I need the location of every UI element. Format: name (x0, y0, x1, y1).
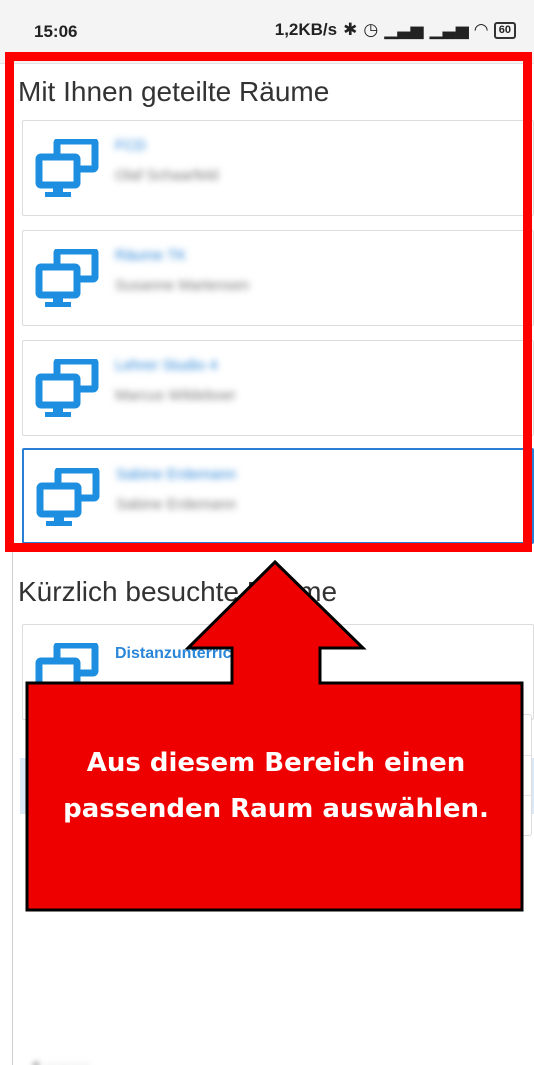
alarm-icon: ◷ (363, 20, 379, 39)
battery-icon: 60 (493, 21, 516, 39)
footer-info: ● ·········· (32, 1056, 91, 1065)
highlight-frame (5, 52, 532, 552)
room-name: Distanzunterricht (115, 645, 247, 662)
signal-icon: ▁▃▅ (429, 20, 469, 39)
bluetooth-icon: ✱ (343, 20, 358, 39)
network-speed: 1,2KB/s (274, 20, 338, 39)
status-indicators: 1,2KB/s ✱ ◷ ▁▃▅ ▁▃▅ ◠ 60 (275, 20, 516, 40)
callout-text: Aus diesem Bereich einen passenden Raum … (63, 748, 489, 824)
computer-network-icon (35, 643, 99, 701)
recent-room-card[interactable]: Distanzunterricht (22, 624, 534, 720)
wifi-icon: ◠ (474, 20, 488, 39)
recent-rooms-title: Kürzlich besuchte Räume (18, 576, 338, 607)
status-time: 15:06 (34, 22, 78, 41)
signal-icon: ▁▃▅ (384, 20, 424, 39)
